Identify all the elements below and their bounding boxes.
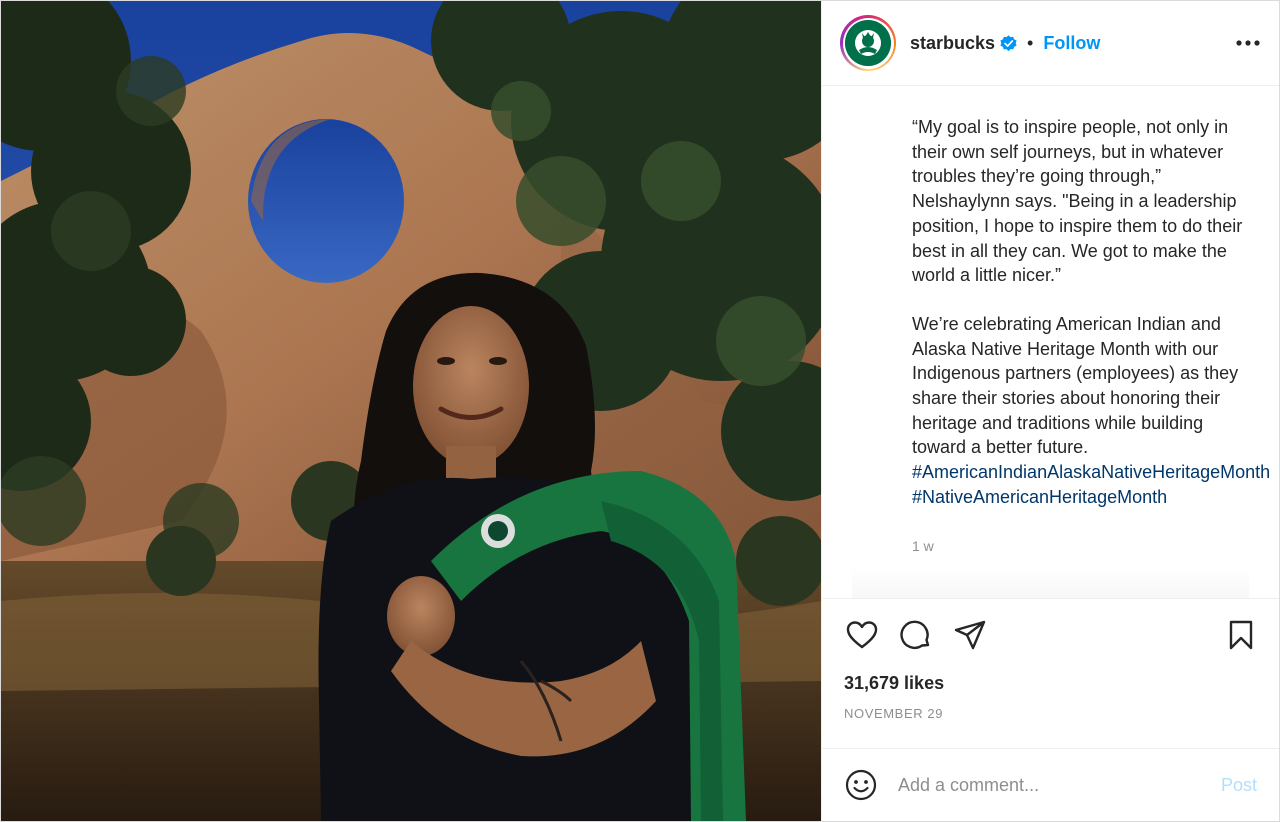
share-icon[interactable] (952, 617, 988, 653)
caption-hashtags: #AmericanIndianAlaskaNativeHeritageMonth… (912, 460, 1270, 509)
heart-icon[interactable] (844, 617, 880, 653)
comment-icon[interactable] (898, 617, 934, 653)
post-side-panel: starbucks • Follow “My goal is to inspir… (821, 1, 1279, 821)
username[interactable]: starbucks (910, 33, 995, 54)
comment-bar: Post (822, 748, 1279, 821)
verified-badge-icon (1000, 34, 1017, 52)
avatar[interactable] (845, 20, 891, 66)
post-actions: 31,679 likes NOVEMBER 29 (822, 598, 1279, 748)
more-options-icon[interactable] (1235, 30, 1261, 56)
scroll-fade (852, 568, 1249, 598)
caption-timestamp[interactable]: 1 w (912, 538, 1257, 554)
post-comment-button[interactable]: Post (1221, 775, 1257, 796)
clipped-previous-line (912, 86, 1172, 90)
photo-illustration (1, 1, 821, 821)
starbucks-logo-icon (845, 20, 891, 66)
story-ring[interactable] (840, 15, 896, 71)
caption-scroll-area[interactable]: “My goal is to inspire people, not only … (822, 86, 1279, 598)
caption-paragraph-quote: “My goal is to inspire people, not only … (912, 117, 1243, 286)
emoji-icon[interactable] (844, 768, 878, 802)
separator-dot: • (1027, 32, 1034, 53)
likes-count[interactable]: 31,679 likes (844, 673, 1257, 694)
post-photo[interactable] (1, 1, 821, 821)
caption-paragraph-celebration: We’re celebrating American Indian and Al… (912, 313, 1239, 458)
follow-button[interactable]: Follow (1043, 33, 1100, 54)
comment-input[interactable] (898, 774, 1221, 796)
post-date[interactable]: NOVEMBER 29 (844, 706, 1257, 721)
hashtag-link[interactable]: #NativeAmericanHeritageMonth (912, 487, 1167, 507)
action-icons-row (844, 617, 1257, 653)
hashtag-link[interactable]: #AmericanIndianAlaskaNativeHeritageMonth (912, 462, 1270, 482)
bookmark-icon[interactable] (1223, 617, 1259, 653)
instagram-post: starbucks • Follow “My goal is to inspir… (0, 0, 1280, 822)
post-header: starbucks • Follow (822, 1, 1279, 86)
